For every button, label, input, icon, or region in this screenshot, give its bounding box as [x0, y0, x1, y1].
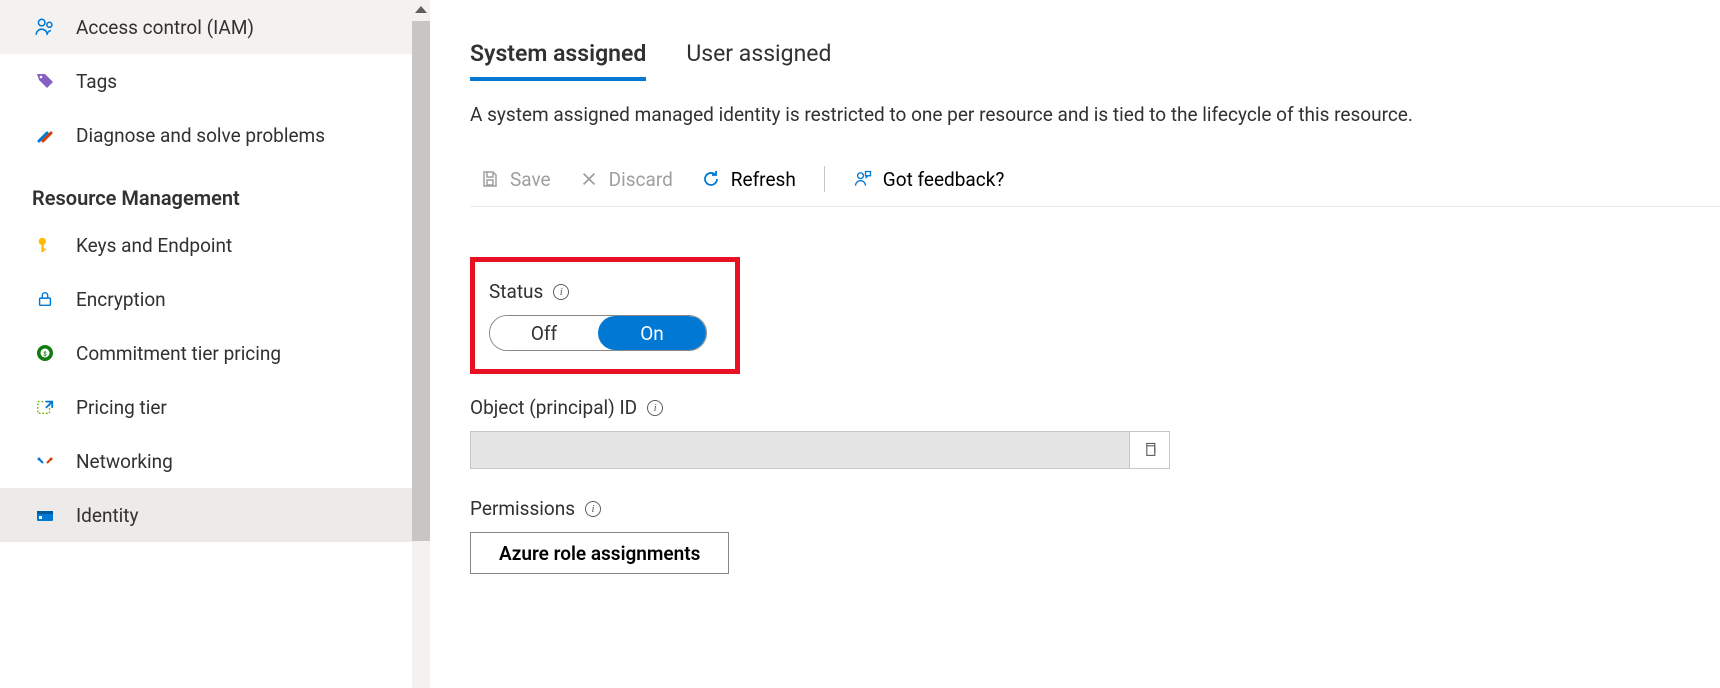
refresh-icon	[701, 169, 721, 189]
sidebar-item-access-control[interactable]: Access control (IAM)	[0, 0, 412, 54]
sidebar-item-identity[interactable]: Identity	[0, 488, 412, 542]
status-label: Status	[489, 280, 543, 303]
permissions-label-row: Permissions i	[470, 497, 1720, 520]
tab-system-assigned[interactable]: System assigned	[470, 40, 646, 81]
identity-toolbar: Save Discard Refresh	[470, 166, 1720, 207]
section-head-resource-management: Resource Management	[0, 162, 412, 218]
tab-user-assigned[interactable]: User assigned	[686, 40, 831, 81]
save-label: Save	[510, 168, 551, 191]
object-id-row	[470, 431, 1720, 469]
feedback-label: Got feedback?	[883, 168, 1005, 191]
sidebar-item-label: Tags	[76, 70, 117, 93]
info-icon[interactable]: i	[647, 400, 663, 416]
sidebar-nav: Access control (IAM) Tags Diagnose and s…	[0, 0, 430, 688]
sidebar-item-pricing-tier[interactable]: Pricing tier	[0, 380, 412, 434]
sidebar-item-label: Identity	[76, 504, 139, 527]
discard-label: Discard	[609, 168, 673, 191]
save-button[interactable]: Save	[480, 168, 551, 191]
sidebar-item-label: Diagnose and solve problems	[76, 124, 325, 147]
sidebar-item-label: Pricing tier	[76, 396, 167, 419]
identity-description: A system assigned managed identity is re…	[470, 103, 1720, 126]
identity-icon	[34, 504, 56, 526]
sidebar-item-label: Access control (IAM)	[76, 16, 254, 39]
commitment-icon: $	[34, 342, 56, 364]
sidebar-item-label: Encryption	[76, 288, 166, 311]
copy-icon	[1142, 441, 1158, 460]
people-icon	[34, 16, 56, 38]
scroll-thumb[interactable]	[412, 21, 430, 541]
object-id-label-row: Object (principal) ID i	[470, 396, 1720, 419]
sidebar-item-commitment-tier[interactable]: $ Commitment tier pricing	[0, 326, 412, 380]
svg-text:$: $	[43, 351, 47, 358]
scroll-up-arrow-icon[interactable]	[415, 6, 427, 13]
identity-tabs: System assigned User assigned	[470, 40, 1720, 81]
sidebar-item-label: Keys and Endpoint	[76, 234, 232, 257]
refresh-label: Refresh	[731, 168, 796, 191]
diagnose-icon	[34, 124, 56, 146]
sidebar-item-encryption[interactable]: Encryption	[0, 272, 412, 326]
status-label-row: Status i	[489, 280, 707, 303]
info-icon[interactable]: i	[553, 284, 569, 300]
status-on-option[interactable]: On	[598, 316, 706, 350]
sidebar-item-keys-endpoint[interactable]: Keys and Endpoint	[0, 218, 412, 272]
network-icon	[34, 450, 56, 472]
permissions-label: Permissions	[470, 497, 575, 520]
sidebar-scrollbar[interactable]	[412, 0, 430, 688]
info-icon[interactable]: i	[585, 501, 601, 517]
key-icon	[34, 234, 56, 256]
discard-icon	[579, 169, 599, 189]
feedback-button[interactable]: Got feedback?	[853, 168, 1005, 191]
lock-icon	[34, 288, 56, 310]
save-icon	[480, 169, 500, 189]
object-id-label: Object (principal) ID	[470, 396, 637, 419]
sidebar-item-label: Networking	[76, 450, 173, 473]
sidebar-item-networking[interactable]: Networking	[0, 434, 412, 488]
tag-icon	[34, 70, 56, 92]
sidebar-item-diagnose[interactable]: Diagnose and solve problems	[0, 108, 412, 162]
toolbar-separator	[824, 166, 825, 192]
main-panel: System assigned User assigned A system a…	[430, 0, 1720, 688]
feedback-icon	[853, 169, 873, 189]
object-id-input[interactable]	[470, 431, 1130, 469]
status-off-option[interactable]: Off	[490, 316, 598, 350]
status-toggle[interactable]: Off On	[489, 315, 707, 351]
copy-object-id-button[interactable]	[1130, 431, 1170, 469]
sidebar-item-tags[interactable]: Tags	[0, 54, 412, 108]
discard-button[interactable]: Discard	[579, 168, 673, 191]
azure-role-assignments-button[interactable]: Azure role assignments	[470, 532, 729, 574]
refresh-button[interactable]: Refresh	[701, 168, 796, 191]
status-highlight-box: Status i Off On	[470, 257, 740, 374]
pricing-tier-icon	[34, 396, 56, 418]
sidebar-item-label: Commitment tier pricing	[76, 342, 281, 365]
